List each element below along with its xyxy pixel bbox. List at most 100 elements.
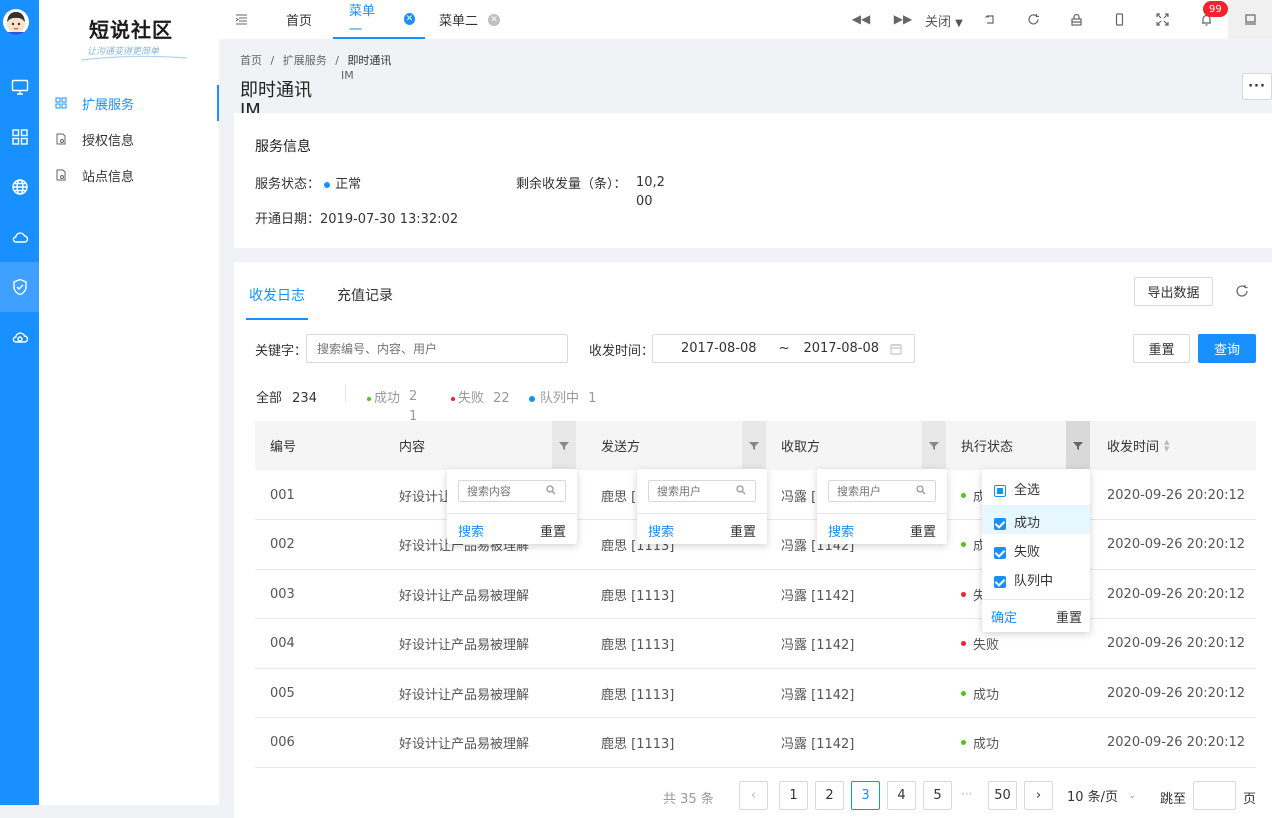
- cell-id: 002: [270, 537, 295, 552]
- caret-down-icon: ▼: [955, 18, 963, 29]
- status-option-success[interactable]: 成功: [994, 512, 1040, 531]
- status-dot: [961, 542, 966, 547]
- tab-recharge-log[interactable]: 充值记录: [337, 285, 393, 305]
- cell-status: 成功: [961, 718, 999, 768]
- prev-page-button[interactable]: ‹: [739, 781, 768, 810]
- checkbox-checked[interactable]: [994, 517, 1006, 530]
- scroll-left-icon[interactable]: ◀◀: [852, 11, 870, 27]
- cell-id: 001: [270, 487, 295, 503]
- popup-footer: 搜索 重置: [817, 513, 947, 544]
- status-text: 成功: [973, 687, 1000, 703]
- status-reset-button[interactable]: 重置: [1056, 607, 1082, 626]
- scroll-right-icon[interactable]: ▶▶: [894, 11, 912, 27]
- status-option-queue[interactable]: 队列中: [994, 570, 1053, 589]
- remaining-label: 剩余收发量（条）：: [516, 177, 627, 192]
- cloud-sync-icon[interactable]: [0, 312, 39, 362]
- stat-fail[interactable]: 失败 22: [451, 387, 510, 406]
- checkbox-checked[interactable]: [994, 575, 1006, 588]
- col-id: 编号: [270, 440, 297, 455]
- status-option-fail[interactable]: 失败: [994, 541, 1040, 560]
- pagination-total: 共 35 条: [663, 792, 714, 807]
- col-time[interactable]: 收发时间 ▲ ▼: [1107, 421, 1169, 470]
- tab-home[interactable]: 首页: [286, 0, 312, 39]
- keyword-input[interactable]: [306, 334, 568, 363]
- open-date-label: 开通日期：: [255, 212, 321, 227]
- query-button[interactable]: 查询: [1198, 334, 1256, 363]
- breadcrumb-item[interactable]: 首页: [240, 54, 262, 67]
- page-button[interactable]: 5: [923, 781, 952, 810]
- menu-collapse-icon[interactable]: [233, 11, 249, 27]
- sidebar-item-label: 授权信息: [82, 133, 135, 149]
- popup-reset-button[interactable]: 重置: [730, 521, 756, 540]
- popup-reset-button[interactable]: 重置: [540, 521, 566, 540]
- time-label: 收发时间：: [589, 344, 655, 359]
- sidebar-item-license[interactable]: 授权信息: [39, 121, 219, 157]
- reset-button[interactable]: 重置: [1133, 334, 1190, 363]
- stat-success[interactable]: 成功: [367, 387, 400, 406]
- export-button[interactable]: 导出数据: [1134, 277, 1213, 306]
- monitor-icon[interactable]: [0, 62, 39, 112]
- stat-all[interactable]: 全部 234: [256, 387, 317, 406]
- more-button[interactable]: ···: [1242, 73, 1272, 100]
- popup-reset-button[interactable]: 重置: [910, 521, 936, 540]
- stat-queue[interactable]: 队列中 1: [529, 387, 596, 406]
- page-button[interactable]: 1: [779, 781, 808, 810]
- tab-menu-1[interactable]: 菜单一 ✕: [333, 0, 425, 39]
- status-confirm-button[interactable]: 确定: [991, 607, 1017, 626]
- tab-send-log[interactable]: 收发日志: [249, 285, 305, 305]
- search-icon: [736, 485, 746, 495]
- status-option-label: 队列中: [1014, 574, 1054, 589]
- mobile-icon[interactable]: [1111, 11, 1127, 27]
- page-button[interactable]: 2: [815, 781, 844, 810]
- fullscreen-icon[interactable]: [1154, 11, 1170, 27]
- filter-icon[interactable]: [1066, 421, 1090, 470]
- notification-badge: 99: [1203, 1, 1228, 17]
- tab-menu-2[interactable]: 菜单二 ✕: [439, 0, 501, 39]
- close-icon[interactable]: ✕: [403, 12, 415, 25]
- back-icon[interactable]: [982, 11, 998, 27]
- lock-icon[interactable]: [1068, 11, 1084, 27]
- page-button[interactable]: 4: [887, 781, 916, 810]
- filter-icon[interactable]: [742, 421, 766, 470]
- grid-icon[interactable]: [0, 112, 39, 162]
- cloud-icon[interactable]: [0, 212, 39, 262]
- shield-icon[interactable]: [0, 262, 39, 312]
- next-page-button[interactable]: ›: [1024, 781, 1053, 810]
- service-section-title: 服务信息: [255, 139, 311, 155]
- user-avatar[interactable]: [3, 9, 29, 35]
- filter-icon[interactable]: [552, 421, 576, 470]
- checkbox-indeterminate[interactable]: [994, 484, 1006, 497]
- receiver-filter-popup: 搜索 重置: [817, 469, 947, 544]
- search-icon: [546, 485, 556, 495]
- laptop-icon[interactable]: [1228, 0, 1272, 39]
- page-button[interactable]: 50: [988, 781, 1017, 810]
- top-bar: 首页 菜单一 ✕ 菜单二 ✕ ◀◀ ▶▶ 关闭 ▼ 99: [219, 0, 1272, 39]
- status-option-all[interactable]: 全选: [994, 479, 1040, 498]
- page-size-select[interactable]: 10 条/页 ⌄: [1067, 781, 1146, 810]
- pagination-ellipsis[interactable]: ···: [961, 787, 972, 801]
- breadcrumb-item[interactable]: 扩展服务: [283, 54, 327, 67]
- close-tabs-dropdown[interactable]: 关闭 ▼: [925, 11, 963, 30]
- col-time-label: 收发时间: [1107, 440, 1160, 455]
- page-button-current[interactable]: 3: [851, 781, 880, 810]
- refresh-icon[interactable]: [1025, 11, 1041, 27]
- date-range-picker[interactable]: 2017-08-08 ~ 2017-08-08: [652, 334, 915, 363]
- checkbox-checked[interactable]: [994, 546, 1006, 559]
- sort-icon[interactable]: ▲ ▼: [1164, 438, 1169, 453]
- cell-time: 2020-09-26 20:20:12: [1107, 685, 1246, 701]
- popup-search-button[interactable]: 搜索: [458, 521, 484, 540]
- close-icon[interactable]: ✕: [488, 13, 501, 26]
- cell-receiver: 冯露 [1142]: [781, 588, 855, 604]
- status-dot: [961, 740, 966, 745]
- sidebar: 短说社区 让沟通变得更简单 扩展服务 授权信息 站点信息: [39, 0, 219, 805]
- logo-text: 短说社区: [89, 18, 173, 42]
- jump-input[interactable]: [1193, 781, 1236, 810]
- content-filter-popup: 搜索 重置: [447, 469, 577, 544]
- popup-search-button[interactable]: 搜索: [828, 521, 854, 540]
- popup-search-button[interactable]: 搜索: [648, 521, 674, 540]
- sidebar-item-site[interactable]: 站点信息: [39, 157, 219, 193]
- globe-icon[interactable]: [0, 162, 39, 212]
- filter-icon[interactable]: [922, 421, 946, 470]
- sidebar-item-extension[interactable]: 扩展服务: [39, 85, 219, 121]
- refresh-icon[interactable]: [1235, 284, 1249, 298]
